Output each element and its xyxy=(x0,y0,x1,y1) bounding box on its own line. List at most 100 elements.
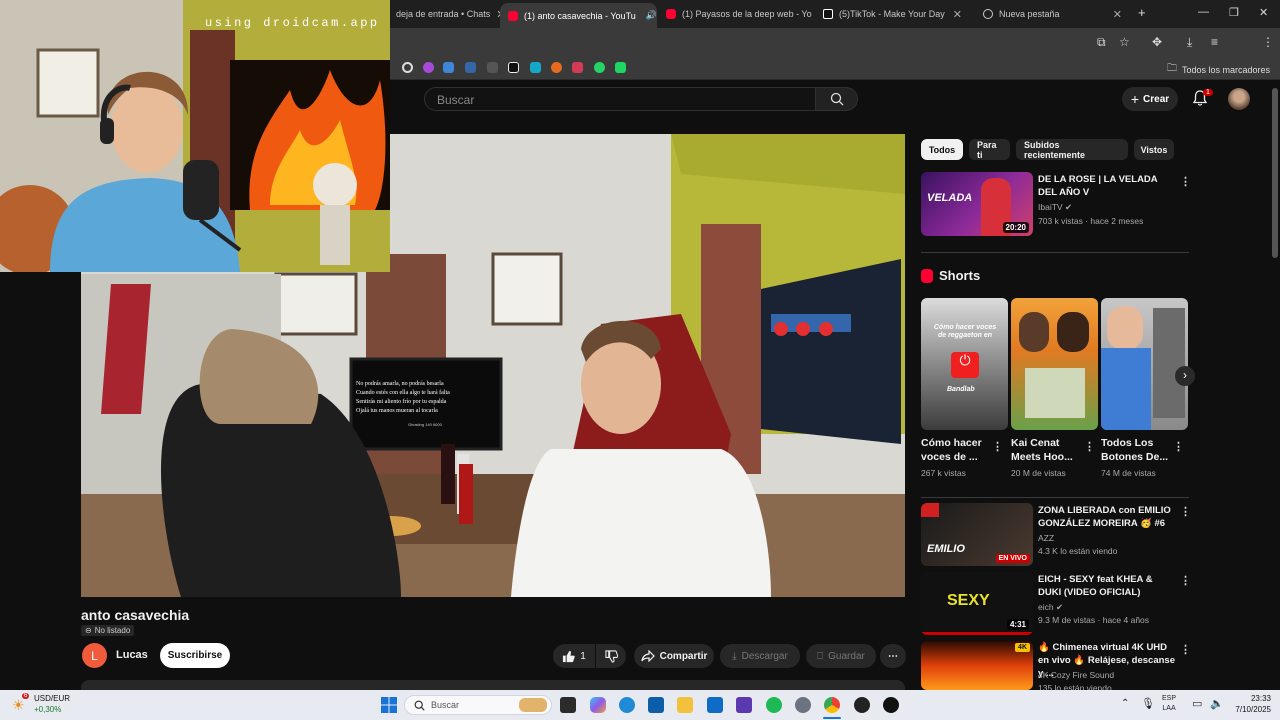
bookmark-chrome-icon[interactable] xyxy=(402,62,413,73)
close-icon[interactable]: ✕ xyxy=(953,8,962,21)
chip-vistos[interactable]: Vistos xyxy=(1134,139,1174,160)
save-button[interactable]: ⎕ Guardar xyxy=(806,644,876,668)
more-icon[interactable]: ⋮ xyxy=(1084,440,1095,453)
tab-payasos[interactable]: (1) Payasos de la deep web - Yo ✕ xyxy=(658,3,813,25)
more-icon[interactable]: ⋮ xyxy=(1180,175,1191,188)
stock-widget[interactable]: ☀ 6 USD/EUR +0,30% xyxy=(10,693,80,717)
video-title[interactable]: DE LA ROSE | LA VELADA DEL AÑO V xyxy=(1038,173,1172,199)
download-button[interactable]: ⤓ Descargar xyxy=(720,644,800,668)
bookmark-whatsapp-icon[interactable] xyxy=(594,62,605,73)
active-app-indicator xyxy=(823,717,841,719)
channel-name[interactable]: 4K Cozy Fire Sound xyxy=(1038,670,1114,680)
subscribe-button[interactable]: Suscribirse xyxy=(160,643,230,668)
outlook-icon[interactable] xyxy=(707,697,723,713)
clock[interactable]: 23:33 7/10/2025 xyxy=(1227,693,1271,715)
search-button[interactable] xyxy=(816,87,858,111)
video-thumbnail[interactable]: SEXY 4:31 xyxy=(921,572,1033,635)
edge-icon[interactable] xyxy=(619,697,635,713)
bookmark-orange-icon[interactable] xyxy=(551,62,562,73)
bookmark-gmail-icon[interactable] xyxy=(572,62,583,73)
bookmark-cloud-icon[interactable] xyxy=(443,62,454,73)
short-title[interactable]: Cómo hacer voces de ... xyxy=(921,436,993,464)
like-button[interactable]: 1 xyxy=(553,644,595,668)
reading-list-icon[interactable]: ≡ xyxy=(1211,35,1218,49)
app-icon[interactable] xyxy=(883,697,899,713)
menu-icon[interactable]: ⋮ xyxy=(1262,35,1274,49)
download-icon[interactable]: ⤓ xyxy=(1187,35,1192,50)
channel-name[interactable]: AZZ xyxy=(1038,533,1054,543)
editor-icon[interactable] xyxy=(736,697,752,713)
chevron-up-icon[interactable]: ⌃ xyxy=(1121,698,1129,709)
window-close-icon[interactable]: ✕ xyxy=(1259,6,1268,19)
tab-anto-casavechia[interactable]: (1) anto casavechia - YouTu 🔊 ✕ xyxy=(500,3,657,28)
bookmark-green-icon[interactable] xyxy=(615,62,626,73)
short-thumbnail[interactable] xyxy=(1011,298,1098,430)
extensions-icon[interactable]: ✥ xyxy=(1152,35,1162,49)
new-tab-icon[interactable]: + xyxy=(1138,5,1146,20)
taskbar-search[interactable]: Buscar xyxy=(404,695,552,715)
dislike-button[interactable] xyxy=(596,644,626,668)
minimize-icon[interactable]: — xyxy=(1198,6,1209,18)
webcam-overlay: using droidcam.app xyxy=(0,0,390,272)
short-title[interactable]: Todos Los Botones De... xyxy=(1101,436,1171,464)
channel-name[interactable]: IbaiTV ✔ xyxy=(1038,202,1072,213)
bookmark-cai-icon[interactable] xyxy=(508,62,519,73)
volume-icon[interactable]: 🔈 xyxy=(1210,697,1224,710)
more-icon[interactable]: ⋮ xyxy=(1173,440,1184,453)
page-scrollbar[interactable] xyxy=(1272,88,1278,258)
chip-para-ti[interactable]: Para ti xyxy=(969,139,1010,160)
bookmark-app-icon[interactable] xyxy=(465,62,476,73)
share-button[interactable]: Compartir xyxy=(634,644,714,668)
ticker-change: +0,30% xyxy=(34,705,62,714)
video-thumbnail[interactable]: EMILIO EN VIVO xyxy=(921,503,1033,566)
video-thumbnail[interactable]: 4K xyxy=(921,641,1033,690)
bookmark-doc-icon[interactable] xyxy=(487,62,498,73)
microphone-icon[interactable]: 🎙 xyxy=(1141,697,1155,710)
display-icon[interactable]: ▭ xyxy=(1192,697,1202,710)
shorts-next-button[interactable]: › xyxy=(1175,366,1195,386)
bookmark-star-icon[interactable]: ☆ xyxy=(1119,35,1130,49)
video-title[interactable]: EICH - SEXY feat KHEA & DUKI (VIDEO OFIC… xyxy=(1038,573,1178,599)
spotify-icon[interactable] xyxy=(766,697,782,713)
more-icon[interactable]: ⋮ xyxy=(1180,643,1191,656)
task-view-icon[interactable] xyxy=(560,697,576,713)
create-button[interactable]: + Crear xyxy=(1122,87,1178,111)
language-indicator[interactable]: ESP LAA xyxy=(1162,694,1176,714)
chrome-icon[interactable] xyxy=(824,697,840,713)
short-thumbnail[interactable]: Cómo hacer voces de reggaeton en ⏻ Bandl… xyxy=(921,298,1008,430)
chip-subidos-recientemente[interactable]: Subidos recientemente xyxy=(1016,139,1128,160)
file-explorer-icon[interactable] xyxy=(677,697,693,713)
channel-name[interactable]: eich ✔ xyxy=(1038,602,1063,613)
channel-name[interactable]: Lucas xyxy=(116,649,148,661)
channel-avatar[interactable]: L xyxy=(82,643,107,668)
short-thumbnail[interactable] xyxy=(1101,298,1188,430)
copilot-icon[interactable] xyxy=(590,697,606,713)
install-app-icon[interactable]: ⧉ xyxy=(1097,35,1106,50)
bookmark-twitch-icon[interactable] xyxy=(423,62,434,73)
close-icon[interactable]: ✕ xyxy=(1113,8,1122,21)
account-avatar[interactable] xyxy=(1228,88,1250,110)
search-input[interactable]: Buscar xyxy=(424,87,816,111)
video-title[interactable]: ZONA LIBERADA con EMILIO GONZÁLEZ MOREIR… xyxy=(1038,504,1178,530)
obs-icon[interactable] xyxy=(854,697,870,713)
settings-icon[interactable] xyxy=(795,697,811,713)
chip-todos[interactable]: Todos xyxy=(921,139,963,160)
more-icon[interactable]: ⋮ xyxy=(1180,574,1191,587)
bandlab-badge: Bandlab xyxy=(947,386,975,393)
tab-tiktok[interactable]: (5)TikTok - Make Your Day ✕ xyxy=(815,3,970,25)
windows-start-icon[interactable] xyxy=(381,697,397,713)
short-title[interactable]: Kai Cenat Meets Hoo... xyxy=(1011,436,1085,464)
maximize-icon[interactable]: ❐ xyxy=(1229,6,1239,19)
store-icon[interactable] xyxy=(648,697,664,713)
speaker-icon[interactable]: 🔊 xyxy=(646,10,657,21)
description-box[interactable] xyxy=(81,680,905,690)
all-bookmarks[interactable]: 🗀 Todos los marcadores xyxy=(1167,61,1270,78)
more-icon[interactable]: ⋮ xyxy=(992,440,1003,453)
more-icon[interactable]: ⋮ xyxy=(1180,505,1191,518)
tab-nueva[interactable]: Nueva pestaña ✕ xyxy=(975,3,1130,25)
tab-chats[interactable]: deja de entrada • Chats ✕ xyxy=(388,3,500,25)
video-thumbnail[interactable]: VELADA 20:20 xyxy=(921,172,1033,236)
more-actions-button[interactable]: ⋯ xyxy=(880,644,906,668)
bookmark-tools-icon[interactable] xyxy=(530,62,541,73)
shorts-header: Shorts xyxy=(921,268,980,283)
